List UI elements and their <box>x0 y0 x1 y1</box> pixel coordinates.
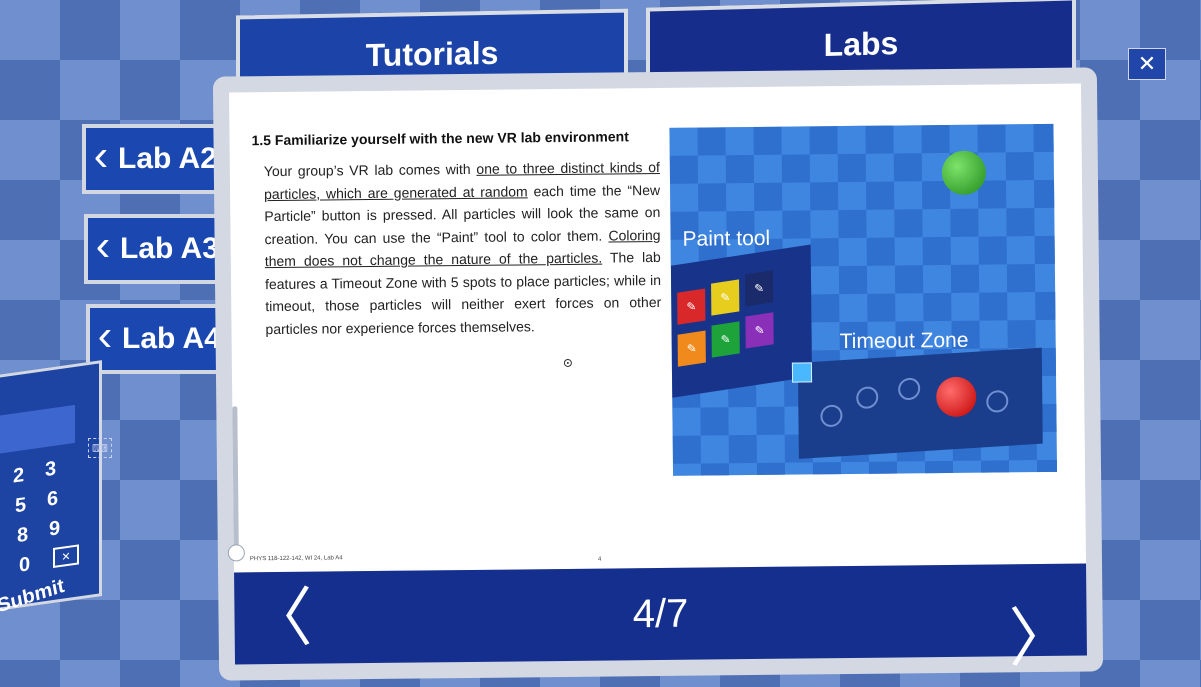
tab-tutorials-label: Tutorials <box>365 34 499 73</box>
chevron-left-icon: ‹ <box>93 131 109 180</box>
keyboard-icon[interactable]: ⌨ <box>88 438 112 458</box>
green-particle <box>941 150 987 196</box>
pager-bar: 〈 4/7 〉 <box>234 563 1087 674</box>
lab-a4-button[interactable]: ‹ Lab A4 <box>86 304 236 374</box>
paint-yellow-tile: ✎ <box>711 279 740 316</box>
key-2[interactable]: 2 <box>13 464 24 489</box>
timeout-spot <box>986 389 1009 414</box>
pointer-cursor-icon <box>563 358 572 367</box>
paint-green-tile: ✎ <box>711 321 740 358</box>
key-5[interactable]: 5 <box>15 494 26 519</box>
key-8[interactable]: 8 <box>17 524 28 549</box>
chevron-left-icon: ‹ <box>97 311 113 360</box>
paint-blue-tile: ✎ <box>744 270 774 307</box>
body-text-1: Your group’s VR lab comes with <box>263 160 477 180</box>
chevron-right-icon[interactable]: 〉 <box>1008 598 1073 679</box>
paint-tool-panel: ✎ ✎ ✎ ✎ ✎ ✎ <box>670 244 813 398</box>
close-button[interactable]: ✕ <box>1128 48 1166 80</box>
timeout-spot <box>820 404 843 428</box>
tab-labs-label: Labs <box>823 24 899 63</box>
blue-cube <box>791 362 813 383</box>
lab-a3-button[interactable]: ‹ Lab A3 <box>84 214 234 284</box>
lab-a3-label: Lab A3 <box>120 232 219 265</box>
timeout-zone-panel <box>797 347 1043 459</box>
page-footer: PHYS 118-122-142, WI 24, Lab A4 <box>249 555 343 563</box>
timeout-spot <box>856 385 879 410</box>
key-9[interactable]: 9 <box>49 517 60 542</box>
timeout-spot <box>898 377 921 401</box>
paint-tool-label: Paint tool <box>682 226 771 251</box>
timeout-zone-label: Timeout Zone <box>839 328 969 354</box>
document-viewer: 1.5 Familiarize yourself with the new VR… <box>212 67 1104 681</box>
chevron-left-icon[interactable]: 〈 <box>248 578 313 659</box>
number-keypad: 2 3 5 6 8 9 0 ✕ Submit <box>0 360 102 617</box>
paint-red-tile: ✎ <box>677 288 706 325</box>
submit-button[interactable]: Submit <box>0 575 66 618</box>
vr-lab-figure: ✎ ✎ ✎ ✎ ✎ ✎ Paint tool Timeout Zone <box>669 123 1058 476</box>
key-6[interactable]: 6 <box>47 487 58 512</box>
lab-a2-label: Lab A2 <box>118 142 217 175</box>
chevron-left-icon: ‹ <box>95 221 111 270</box>
close-icon: ✕ <box>1137 51 1157 76</box>
page-indicator: 4/7 <box>632 591 689 636</box>
section-heading: 1.5 Familiarize yourself with the new VR… <box>251 128 629 149</box>
footer-page-number: 4 <box>597 556 602 563</box>
key-0[interactable]: 0 <box>19 553 30 578</box>
lab-a2-button[interactable]: ‹ Lab A2 <box>82 124 232 194</box>
section-body: Your group’s VR lab comes with one to th… <box>264 156 662 340</box>
key-3[interactable]: 3 <box>45 458 56 483</box>
paint-orange-tile: ✎ <box>677 330 706 367</box>
keypad-display[interactable] <box>0 404 75 455</box>
document-page: 1.5 Familiarize yourself with the new VR… <box>229 83 1087 573</box>
red-particle <box>936 376 977 418</box>
paint-purple-tile: ✎ <box>745 312 774 349</box>
backspace-icon[interactable]: ✕ <box>53 544 79 569</box>
lab-a4-label: Lab A4 <box>122 322 221 355</box>
scrollbar-thumb[interactable] <box>227 544 245 562</box>
